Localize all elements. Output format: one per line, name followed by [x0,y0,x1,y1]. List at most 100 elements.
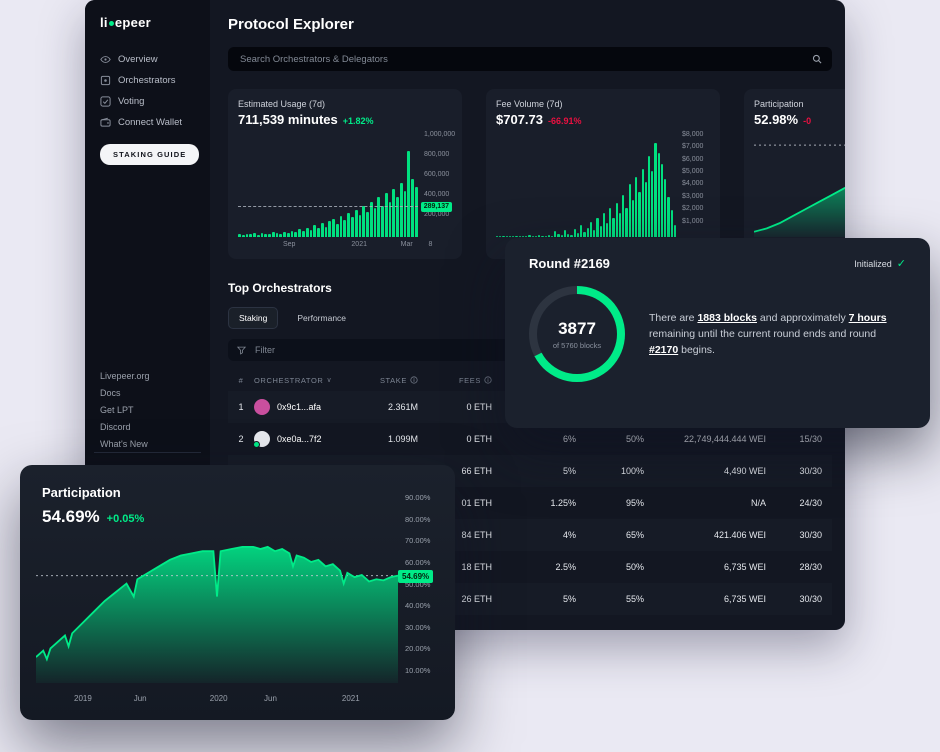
round-card: Round #2169 Initialized ✓ 3877 of 5760 b… [505,238,930,428]
vote-check-icon [100,96,111,107]
reward-cut-cell: 4% [492,530,576,540]
orchestrator-cell[interactable]: 0xe0a...7f2 [254,431,372,447]
sidebar-item-connect-wallet[interactable]: Connect Wallet [100,117,210,128]
fee-cut-cell: 55% [576,594,644,604]
orchestrator-address: 0xe0a...7f2 [277,434,322,444]
round-progress-donut: 3877 of 5760 blocks [529,286,625,382]
search-input[interactable] [238,53,804,66]
sidebar-divider [94,452,201,453]
participation-card: Participation 54.69% +0.05% 90.00% 80.00… [20,465,455,720]
reward-cut-cell: 2.5% [492,562,576,572]
fee-cut-cell: 50% [576,562,644,572]
link-whats-new[interactable]: What's New [100,439,150,449]
livepeer-logo[interactable]: liepeer [100,15,210,30]
fee-cut-cell: 100% [576,466,644,476]
search-bar[interactable] [228,47,832,71]
search-icon [812,54,822,64]
price-cell: 421.406 WEI [644,530,766,540]
orchestrator-address: 0x9c1...afa [277,402,321,412]
sidebar-item-label: Connect Wallet [118,117,182,128]
info-icon[interactable] [484,376,492,384]
staking-guide-button[interactable]: STAKING GUIDE [100,144,199,165]
usage-bar-chart[interactable]: 289,137 [238,133,418,237]
reward-cut-cell: 5% [492,594,576,604]
fees-cell: 0 ETH [418,402,492,412]
sidebar-item-label: Orchestrators [118,75,176,86]
logo-dot-icon [109,21,114,26]
card-title: Participation [42,485,144,500]
sidebar-footer-links: Livepeer.org Docs Get LPT Discord What's… [100,371,150,449]
participation-y-axis: 90.00% 80.00% 70.00% 60.00% 50.00% 40.00… [405,493,445,675]
avatar [254,431,270,447]
price-cell: 4,490 WEI [644,466,766,476]
fee-cut-cell: 65% [576,530,644,540]
participation-mini-chart[interactable] [754,133,845,237]
card-change: -66.91% [548,116,582,126]
logo-text-prefix: li [100,15,108,30]
col-orchestrator[interactable]: ORCHESTRATOR ∨ [254,376,372,385]
orchestrator-cell[interactable]: 0x9c1...afa [254,399,372,415]
participation-x-axis: 2019 Jun 2020 Jun 2021 [36,694,398,704]
eye-icon [100,54,111,65]
participation-mini-card: Participation 52.98% -0 [744,89,845,259]
info-icon[interactable] [410,376,418,384]
participation-marker-badge: 54.69% [398,570,433,583]
card-value: 711,539 minutes [238,112,338,127]
logo-text-suffix: epeer [115,15,151,30]
fee-cut-cell: 50% [576,434,644,444]
card-change: -0 [803,116,811,126]
card-title: Estimated Usage (7d) [238,99,452,109]
price-cell: 22,749,444.444 WEI [644,434,766,444]
col-stake[interactable]: STAKE [372,376,418,385]
fee-volume-card: Fee Volume (7d) $707.73 -66.91% $8,000 $… [486,89,720,259]
price-cell: 6,735 WEI [644,594,766,604]
reward-cut-cell: 5% [492,466,576,476]
usage-y-axis: 1,000,000 800,000 600,000 400,000 200,00… [418,133,452,237]
fee-y-axis: $8,000 $7,000 $6,000 $5,000 $4,000 $3,00… [676,133,710,237]
round-status: Initialized ✓ [854,257,906,270]
avatar [254,399,270,415]
sidebar-item-voting[interactable]: Voting [100,96,210,107]
card-value: $707.73 [496,112,543,127]
stake-cell: 2.361M [372,402,418,412]
card-title: Fee Volume (7d) [496,99,710,109]
usage-marker-badge: 289,137 [421,202,452,212]
sidebar-nav: Overview Orchestrators Voting [100,54,210,128]
calls-cell: 28/30 [766,562,822,572]
sidebar-item-label: Overview [118,54,158,65]
col-fees[interactable]: FEES [418,376,492,385]
desktop: liepeer Overview Orchestrators [0,0,940,752]
reward-cut-cell: 1.25% [492,498,576,508]
estimated-usage-card: Estimated Usage (7d) 711,539 minutes +1.… [228,89,462,259]
sort-caret-icon: ∨ [326,376,332,384]
page-title: Protocol Explorer [228,16,832,33]
reward-cut-cell: 6% [492,434,576,444]
calls-cell: 30/30 [766,594,822,604]
fees-cell: 0 ETH [418,434,492,444]
nodes-icon [100,75,111,86]
calls-cell: 30/30 [766,530,822,540]
calls-cell: 30/30 [766,466,822,476]
sidebar-item-overview[interactable]: Overview [100,54,210,65]
link-docs[interactable]: Docs [100,388,150,398]
col-rank[interactable]: # [228,376,254,385]
card-change: +0.05% [107,513,145,525]
rank-cell: 1 [228,402,254,412]
stake-cell: 1.099M [372,434,418,444]
status-dot [253,441,260,448]
fee-bar-chart[interactable] [496,133,676,237]
sidebar-item-orchestrators[interactable]: Orchestrators [100,75,210,86]
link-discord[interactable]: Discord [100,422,150,432]
round-title: Round #2169 [529,256,610,271]
tab-performance[interactable]: Performance [286,307,357,329]
tab-staking[interactable]: Staking [228,307,278,329]
card-change: +1.82% [343,116,374,126]
sidebar-item-label: Voting [118,96,144,107]
wallet-icon [100,117,111,128]
price-cell: N/A [644,498,766,508]
link-get-lpt[interactable]: Get LPT [100,405,150,415]
stats-cards-row: Estimated Usage (7d) 711,539 minutes +1.… [228,89,845,259]
card-title: Participation [754,99,845,109]
link-livepeer-org[interactable]: Livepeer.org [100,371,150,381]
card-value: 54.69% [42,507,100,527]
